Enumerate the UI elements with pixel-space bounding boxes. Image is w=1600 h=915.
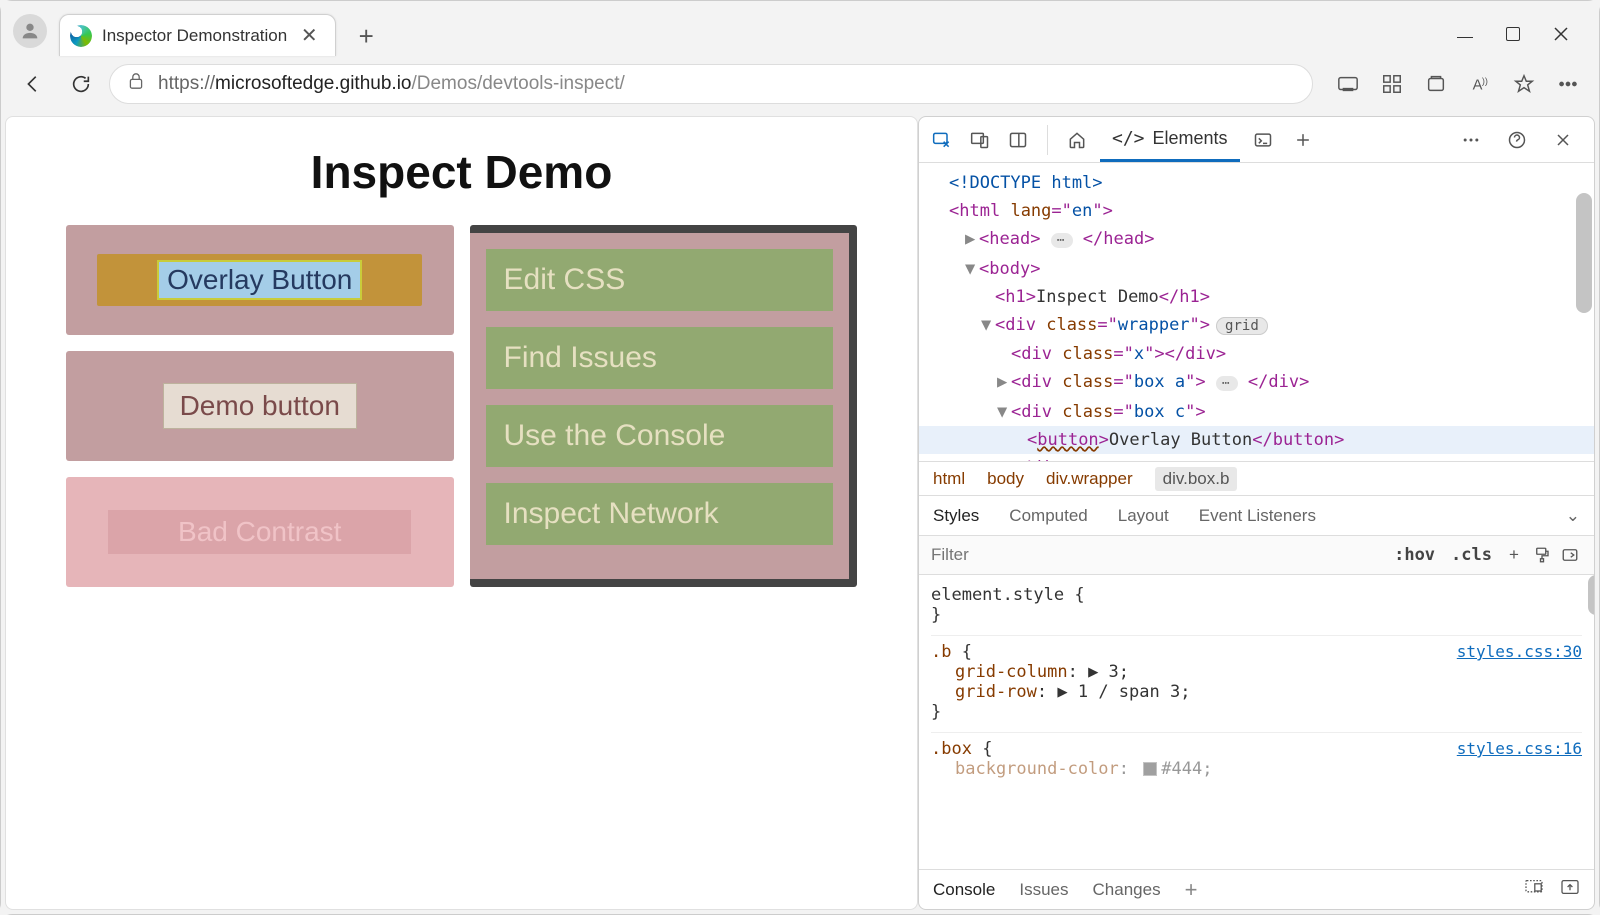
url-text: https://microsoftedge.github.io/Demos/de… <box>158 73 625 95</box>
collections-icon[interactable] <box>1423 71 1449 97</box>
drawer-console[interactable]: Console <box>933 880 995 900</box>
browser-tab[interactable]: Inspector Demonstration ✕ <box>59 14 336 56</box>
new-tab-button[interactable]: + <box>354 24 378 48</box>
styles-body[interactable]: element.style { } styles.css:30 .b { gri… <box>919 575 1594 869</box>
dom-selected-node[interactable]: <button>Overlay Button</button> <box>919 426 1594 454</box>
close-window-button[interactable] <box>1551 24 1571 44</box>
dock-side-button[interactable] <box>1001 123 1035 157</box>
rule-box[interactable]: styles.css:16 .box { background-color: #… <box>931 739 1582 779</box>
profile-avatar[interactable] <box>13 14 47 48</box>
drawer-add-button[interactable]: + <box>1185 877 1198 903</box>
inspect-element-button[interactable] <box>925 123 959 157</box>
bc-body[interactable]: body <box>987 469 1024 489</box>
devtools-more-button[interactable] <box>1454 123 1488 157</box>
bad-contrast-label: Bad Contrast <box>178 516 341 547</box>
styles-filter-input[interactable] <box>929 544 1386 566</box>
window-controls <box>1455 24 1591 56</box>
new-rule-button[interactable]: + <box>1500 545 1528 565</box>
devtools-close-button[interactable] <box>1546 123 1580 157</box>
styles-scrollbar[interactable] <box>1588 575 1594 615</box>
page-heading: Inspect Demo <box>6 145 917 199</box>
lock-icon <box>128 72 144 96</box>
edge-logo-icon <box>70 25 92 47</box>
bc-wrapper[interactable]: div.wrapper <box>1046 469 1133 489</box>
url-scheme: https:// <box>158 73 215 94</box>
right-column: Edit CSS Find Issues Use the Console Ins… <box>470 225 858 587</box>
devtools-panel: </> Elements <box>918 116 1595 910</box>
address-bar[interactable]: https://microsoftedge.github.io/Demos/de… <box>109 64 1313 104</box>
drawer-tabs: Console Issues Changes + <box>919 869 1594 909</box>
drawer-dock-icon[interactable] <box>1524 879 1544 900</box>
tab-layout[interactable]: Layout <box>1118 506 1169 526</box>
cls-button[interactable]: .cls <box>1443 545 1500 565</box>
rule-b-link[interactable]: styles.css:30 <box>1457 642 1582 661</box>
extensions-icon[interactable] <box>1379 71 1405 97</box>
drawer-issues[interactable]: Issues <box>1019 880 1068 900</box>
link-edit-css[interactable]: Edit CSS <box>486 249 834 311</box>
dom-doctype: <!DOCTYPE html> <box>949 173 1103 193</box>
tab-event-listeners[interactable]: Event Listeners <box>1199 506 1316 526</box>
chevron-down-icon[interactable]: ⌄ <box>1566 506 1580 526</box>
console-tab-icon[interactable] <box>1246 123 1280 157</box>
box-demo: Demo button <box>66 351 454 461</box>
page-content: Inspect Demo Overlay Button Demo button <box>5 116 918 910</box>
demo-button-label: Demo button <box>180 390 340 421</box>
tab-title: Inspector Demonstration <box>102 26 287 46</box>
svg-text:)): )) <box>1482 76 1488 86</box>
url-host: microsoftedge.github.io <box>215 73 411 94</box>
welcome-tab[interactable] <box>1060 123 1094 157</box>
rule-b[interactable]: styles.css:30 .b { grid-column: ▶ 3; gri… <box>931 642 1582 722</box>
grid-badge[interactable]: grid <box>1216 317 1268 335</box>
url-path: /Demos/devtools-inspect/ <box>411 73 624 94</box>
link-find-issues[interactable]: Find Issues <box>486 327 834 389</box>
back-button[interactable] <box>13 64 53 104</box>
read-aloud-icon[interactable]: A)) <box>1467 71 1493 97</box>
paint-icon[interactable] <box>1528 546 1556 564</box>
main-area: Inspect Demo Overlay Button Demo button <box>1 112 1599 914</box>
add-tab-button[interactable] <box>1286 123 1320 157</box>
link-inspect-network[interactable]: Inspect Network <box>486 483 834 545</box>
drawer-changes[interactable]: Changes <box>1093 880 1161 900</box>
minimize-button[interactable] <box>1455 24 1475 44</box>
dom-breadcrumb: html body div.wrapper div.box.b <box>919 461 1594 495</box>
scrollbar-thumb[interactable] <box>1576 193 1592 313</box>
tab-close-button[interactable]: ✕ <box>297 24 321 48</box>
rule-element-style[interactable]: element.style { } <box>931 585 1582 625</box>
tab-styles[interactable]: Styles <box>933 506 979 526</box>
refresh-button[interactable] <box>61 64 101 104</box>
devtools-help-button[interactable] <box>1500 123 1534 157</box>
browser-toolbar: https://microsoftedge.github.io/Demos/de… <box>1 56 1599 112</box>
bad-contrast-button[interactable]: Bad Contrast <box>108 510 411 554</box>
left-column: Overlay Button Demo button Bad Contrast <box>66 225 454 587</box>
overlay-highlight: Overlay Button <box>97 254 422 306</box>
styles-tabs: Styles Computed Layout Event Listeners ⌄ <box>919 495 1594 535</box>
rule-box-link[interactable]: styles.css:16 <box>1457 739 1582 758</box>
demo-button[interactable]: Demo button <box>163 383 357 429</box>
dom-tree[interactable]: <!DOCTYPE html> <html lang="en"> ▶<head>… <box>919 163 1594 461</box>
right-inner: Edit CSS Find Issues Use the Console Ins… <box>470 233 850 579</box>
favorites-icon[interactable] <box>1511 71 1537 97</box>
styles-filter-row: :hov .cls + <box>919 535 1594 575</box>
overlay-button-label: Overlay Button <box>167 264 352 295</box>
link-use-console[interactable]: Use the Console <box>486 405 834 467</box>
toggle-pane-icon[interactable] <box>1556 546 1584 564</box>
elements-tab[interactable]: </> Elements <box>1100 118 1240 162</box>
demo-wrapper: Overlay Button Demo button Bad Contrast <box>6 225 917 587</box>
device-emulation-button[interactable] <box>963 123 997 157</box>
tab-computed[interactable]: Computed <box>1009 506 1087 526</box>
hov-button[interactable]: :hov <box>1386 545 1443 565</box>
maximize-button[interactable] <box>1503 24 1523 44</box>
bc-current[interactable]: div.box.b <box>1155 467 1238 491</box>
titlebar: Inspector Demonstration ✕ + <box>1 1 1599 56</box>
menu-button[interactable] <box>1555 71 1581 97</box>
overlay-button[interactable]: Overlay Button <box>157 260 362 300</box>
elements-tab-label: Elements <box>1153 128 1228 149</box>
box-bad-contrast: Bad Contrast <box>66 477 454 587</box>
drawer-expand-icon[interactable] <box>1560 879 1580 900</box>
bc-html[interactable]: html <box>933 469 965 489</box>
box-overlay: Overlay Button <box>66 225 454 335</box>
devtools-toolbar: </> Elements <box>919 117 1594 163</box>
toolbar-actions: A)) <box>1335 71 1581 97</box>
screencast-icon[interactable] <box>1335 71 1361 97</box>
